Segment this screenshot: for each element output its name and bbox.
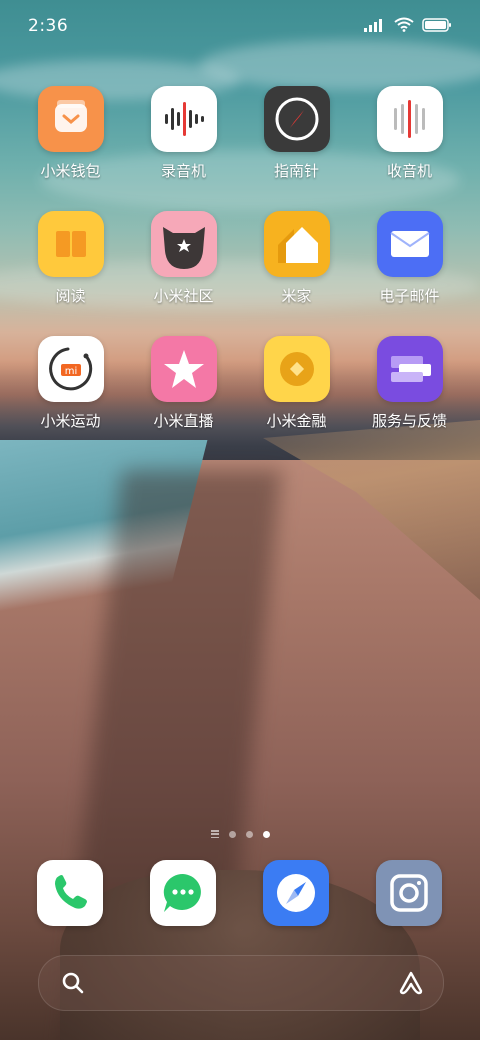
dock-camera[interactable] (376, 860, 442, 926)
wifi-icon (394, 17, 414, 32)
app-label: 收音机 (386, 162, 432, 180)
page-dot (245, 830, 253, 838)
wallet-icon (37, 86, 104, 152)
dock-messages[interactable] (150, 860, 216, 926)
messages-icon (163, 873, 201, 912)
browser-icon (277, 874, 315, 912)
app-recorder[interactable]: 录音机 (127, 86, 240, 181)
fitness-icon: mi (37, 336, 104, 402)
assistant-icon[interactable] (397, 969, 425, 997)
radio-icon (376, 86, 443, 152)
signal-icon (364, 18, 382, 32)
app-compass[interactable]: 指南针 (240, 86, 353, 181)
battery-icon (422, 17, 451, 32)
status-time: 2:36 (28, 16, 69, 36)
app-mi-fit[interactable]: mi 小米运动 (14, 336, 127, 431)
book-icon (37, 211, 104, 277)
home-screen: 2:36 小米钱包 录音机 指南针 收音机 阅读 小米社区 米家 电子邮件 mi… (0, 0, 480, 1040)
page-indicator[interactable] (0, 830, 480, 838)
app-label: 米家 (281, 287, 312, 305)
dock-phone[interactable] (37, 860, 103, 926)
app-label: 电子邮件 (379, 287, 440, 305)
app-email[interactable]: 电子邮件 (353, 211, 466, 306)
phone-icon (55, 875, 87, 909)
status-bar: 2:36 (0, 0, 480, 50)
star-icon (150, 336, 217, 402)
home-icon (263, 211, 330, 277)
app-label: 小米钱包 (40, 162, 101, 180)
status-icons (364, 17, 452, 32)
search-icon[interactable] (61, 971, 85, 995)
app-mi-finance[interactable]: 小米金融 (240, 336, 353, 431)
app-community[interactable]: 小米社区 (127, 211, 240, 306)
app-xiaomi-wallet[interactable]: 小米钱包 (14, 86, 127, 181)
app-mi-live[interactable]: 小米直播 (127, 336, 240, 431)
app-mijia[interactable]: 米家 (240, 211, 353, 306)
camera-icon (390, 874, 428, 912)
app-label: 阅读 (55, 287, 86, 305)
app-label: 服务与反馈 (371, 412, 447, 430)
app-label: 小米金融 (266, 412, 327, 430)
dock-browser[interactable] (263, 860, 329, 926)
feedback-icon (376, 336, 443, 402)
app-label: 录音机 (160, 162, 206, 180)
app-label: 指南针 (273, 162, 319, 180)
community-icon (150, 211, 217, 277)
app-radio[interactable]: 收音机 (353, 86, 466, 181)
app-label: 小米运动 (40, 412, 101, 430)
app-label: 小米直播 (153, 412, 214, 430)
compass-icon (263, 86, 330, 152)
page-dot-active (262, 830, 270, 838)
app-reader[interactable]: 阅读 (14, 211, 127, 306)
page-dot (228, 830, 236, 838)
app-service-feedback[interactable]: 服务与反馈 (353, 336, 466, 431)
page-list-icon (210, 830, 219, 838)
app-label: 小米社区 (153, 287, 214, 305)
recorder-icon (150, 86, 217, 152)
search-bar[interactable] (38, 955, 444, 1011)
svg-text:mi: mi (64, 366, 77, 377)
finance-icon (263, 336, 330, 402)
mail-icon (376, 211, 443, 277)
